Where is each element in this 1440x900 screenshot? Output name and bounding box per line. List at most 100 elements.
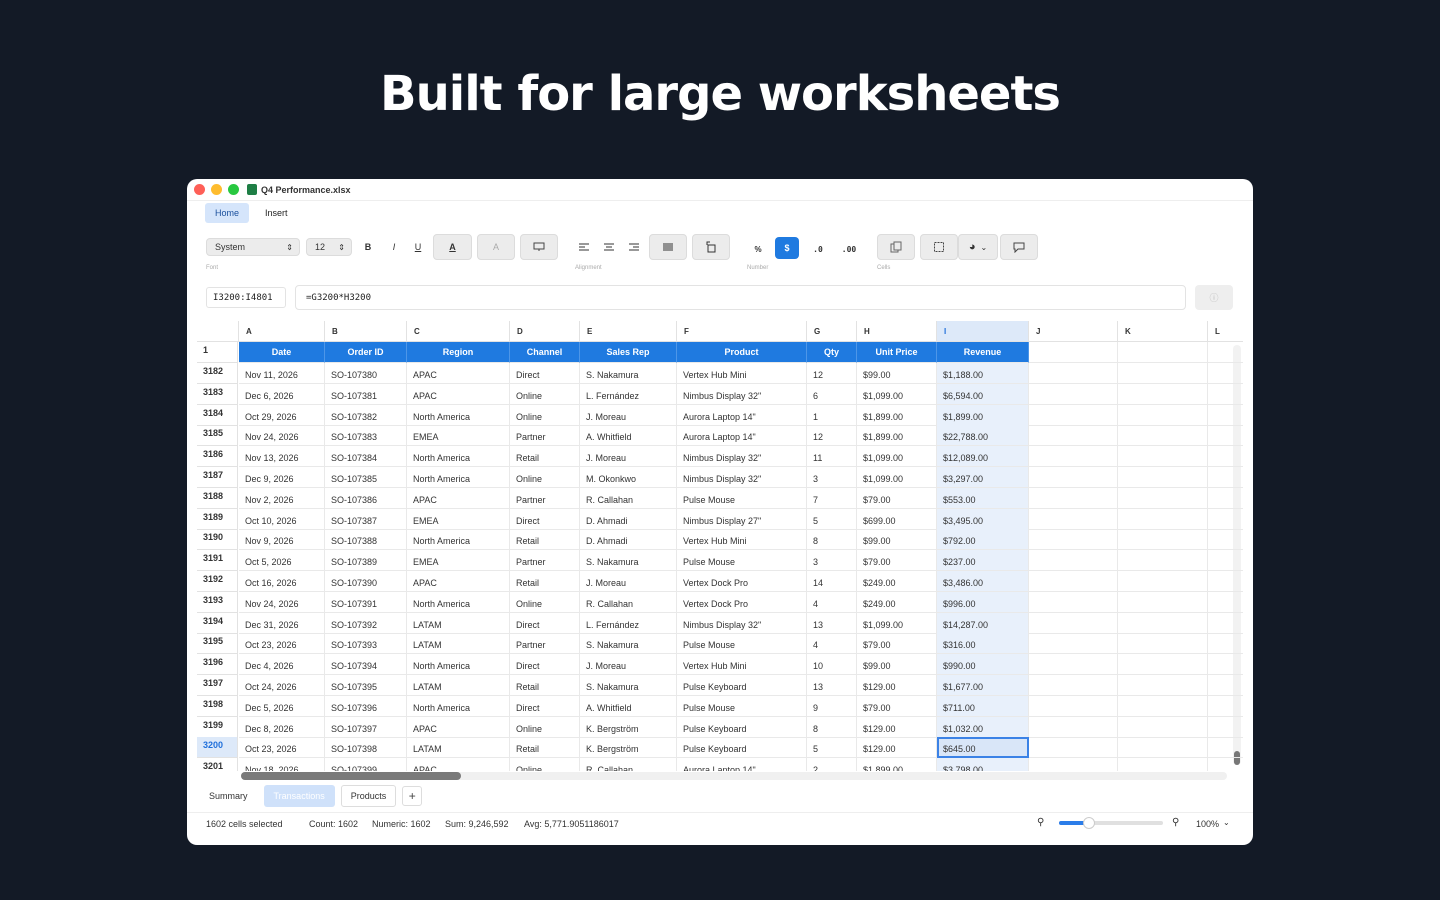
empty-cell[interactable] [1029, 758, 1118, 771]
table-cell[interactable]: Oct 23, 2026 [239, 737, 325, 759]
table-cell[interactable]: Dec 5, 2026 [239, 695, 325, 717]
table-cell[interactable]: 4 [807, 591, 857, 613]
wrap-text-button[interactable] [520, 234, 558, 260]
table-cell[interactable]: Nov 2, 2026 [239, 487, 325, 509]
table-cell[interactable]: Partner [510, 425, 580, 447]
table-cell[interactable]: Partner [510, 550, 580, 572]
empty-cell[interactable] [1029, 446, 1118, 468]
table-cell[interactable]: 3 [807, 467, 857, 488]
table-cell[interactable]: 1 [807, 404, 857, 426]
table-cell[interactable]: Nimbus Display 32" [677, 446, 807, 468]
table-cell[interactable]: 11 [807, 446, 857, 468]
table-cell[interactable]: $1,899.00 [857, 758, 937, 771]
table-cell[interactable]: Retail [510, 446, 580, 468]
empty-cell[interactable] [1118, 737, 1208, 759]
table-cell[interactable]: Nimbus Display 32" [677, 383, 807, 405]
table-cell[interactable]: 4 [807, 633, 857, 655]
empty-cell[interactable] [1029, 508, 1118, 530]
empty-cell[interactable] [1208, 758, 1243, 771]
row-number[interactable]: 3201 [197, 758, 238, 771]
empty-cell[interactable] [1208, 509, 1243, 530]
column-header-l[interactable]: L [1208, 321, 1243, 342]
table-cell[interactable]: SO-107399 [325, 758, 407, 771]
table-cell[interactable]: $3,297.00 [937, 467, 1029, 488]
table-cell[interactable]: Oct 23, 2026 [239, 633, 325, 655]
table-cell[interactable]: 8 [807, 716, 857, 738]
decrease-decimal-button[interactable]: .0 [807, 236, 829, 262]
row-number[interactable]: 3191 [197, 550, 238, 572]
table-cell[interactable]: APAC [407, 383, 510, 405]
table-cell[interactable]: M. Okonkwo [580, 467, 677, 488]
table-cell[interactable]: EMEA [407, 508, 510, 530]
table-cell[interactable]: $22,788.00 [937, 425, 1029, 447]
empty-cell[interactable] [1208, 550, 1243, 572]
table-cell[interactable]: Dec 6, 2026 [239, 383, 325, 405]
table-cell[interactable]: 13 [807, 675, 857, 696]
table-cell[interactable]: $316.00 [937, 633, 1029, 655]
row-number[interactable]: 1 [197, 342, 238, 363]
fill-color-button[interactable]: ◕ ⌄ [958, 234, 998, 260]
table-cell[interactable]: LATAM [407, 737, 510, 759]
empty-cell[interactable] [1118, 425, 1208, 447]
row-number[interactable]: 3200 [197, 737, 238, 759]
table-cell[interactable]: Dec 31, 2026 [239, 612, 325, 634]
table-cell[interactable]: Online [510, 758, 580, 771]
row-number[interactable]: 3194 [197, 612, 238, 634]
table-cell[interactable]: S. Nakamura [580, 633, 677, 655]
column-title-cell[interactable]: Unit Price [857, 342, 937, 363]
font-size-select[interactable]: 12 ⇕ [306, 238, 352, 256]
empty-cell[interactable] [1029, 404, 1118, 426]
empty-cell[interactable] [1029, 591, 1118, 613]
column-header-c[interactable]: C [407, 321, 510, 342]
table-cell[interactable]: A. Whitfield [580, 425, 677, 447]
underline-button[interactable]: U [409, 234, 427, 260]
table-cell[interactable]: 12 [807, 363, 857, 384]
active-cell[interactable]: $645.00 [937, 737, 1029, 759]
table-cell[interactable]: Aurora Laptop 14" [677, 758, 807, 771]
table-cell[interactable]: SO-107397 [325, 716, 407, 738]
empty-cell[interactable] [1029, 383, 1118, 405]
justify-button[interactable] [649, 234, 687, 260]
table-cell[interactable]: North America [407, 446, 510, 468]
empty-cell[interactable] [1208, 342, 1243, 363]
table-cell[interactable]: Nov 9, 2026 [239, 529, 325, 551]
empty-cell[interactable] [1029, 342, 1118, 363]
empty-cell[interactable] [1208, 405, 1243, 426]
table-cell[interactable]: Nov 18, 2026 [239, 758, 325, 771]
empty-cell[interactable] [1208, 696, 1243, 717]
table-cell[interactable]: $1,099.00 [857, 446, 937, 468]
column-title-cell[interactable]: Product [677, 342, 807, 363]
empty-cell[interactable] [1029, 737, 1118, 759]
table-cell[interactable]: A. Whitfield [580, 695, 677, 717]
table-cell[interactable]: Aurora Laptop 14" [677, 404, 807, 426]
column-header-g[interactable]: G [807, 321, 857, 342]
empty-cell[interactable] [1029, 467, 1118, 488]
table-cell[interactable]: J. Moreau [580, 404, 677, 426]
table-cell[interactable]: L. Fernández [580, 612, 677, 634]
empty-cell[interactable] [1118, 654, 1208, 676]
empty-cell[interactable] [1029, 425, 1118, 447]
table-cell[interactable]: Oct 24, 2026 [239, 675, 325, 696]
table-cell[interactable]: Nov 11, 2026 [239, 363, 325, 384]
table-cell[interactable]: Nimbus Display 32" [677, 612, 807, 634]
row-number[interactable]: 3193 [197, 591, 238, 613]
empty-cell[interactable] [1208, 446, 1243, 468]
table-cell[interactable]: $792.00 [937, 529, 1029, 551]
name-box[interactable]: I3200:I4801 [206, 287, 286, 308]
table-cell[interactable]: $249.00 [857, 571, 937, 592]
table-cell[interactable]: $1,899.00 [857, 425, 937, 447]
row-number[interactable]: 3187 [197, 467, 238, 488]
font-color-button[interactable]: A [433, 234, 472, 260]
spreadsheet-grid[interactable]: A B C D E F G H I J K L 1 Date Order ID Region Channel Sa… [197, 321, 1243, 771]
table-cell[interactable]: $79.00 [857, 550, 937, 572]
table-cell[interactable]: Online [510, 467, 580, 488]
table-cell[interactable]: $1,099.00 [857, 383, 937, 405]
table-cell[interactable]: Direct [510, 363, 580, 384]
row-number[interactable]: 3188 [197, 487, 238, 509]
table-cell[interactable]: North America [407, 467, 510, 488]
zoom-in-icon[interactable]: ⚲ [1172, 817, 1179, 828]
table-cell[interactable]: SO-107389 [325, 550, 407, 572]
font-family-select[interactable]: System ⇕ [206, 238, 300, 256]
row-number[interactable]: 3186 [197, 446, 238, 468]
empty-cell[interactable] [1208, 571, 1243, 592]
